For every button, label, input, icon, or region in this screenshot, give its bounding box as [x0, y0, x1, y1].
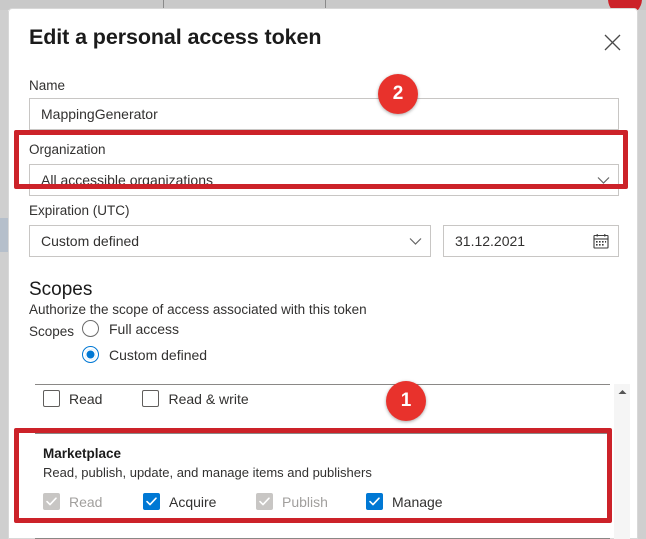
scope-list-scrollbar[interactable]	[614, 384, 630, 539]
annotation-badge-1: 1	[386, 381, 426, 421]
name-input-value: MappingGenerator	[41, 106, 158, 122]
radio-indicator	[82, 346, 99, 363]
checkbox-indicator	[43, 390, 60, 407]
scopes-description: Authorize the scope of access associated…	[29, 302, 367, 317]
scope-group-title: Marketplace	[43, 446, 122, 461]
scope-list-top-divider	[35, 384, 610, 385]
page-background-left	[0, 10, 8, 539]
scope-row-top: Read Read & write	[43, 390, 249, 407]
checkbox-marketplace-read[interactable]: Read	[43, 493, 143, 510]
scopes-inline-label: Scopes	[29, 324, 75, 339]
name-input[interactable]: MappingGenerator	[29, 98, 619, 130]
checkbox-indicator	[366, 493, 383, 510]
checkbox-marketplace-manage[interactable]: Manage	[366, 493, 443, 510]
edit-token-dialog: Edit a personal access token Name Mappin…	[8, 8, 638, 539]
page-background-right	[638, 10, 646, 539]
checkbox-label: Publish	[282, 493, 328, 510]
organization-dropdown-value: All accessible organizations	[41, 172, 213, 188]
annotation-badge-2: 2	[378, 74, 418, 114]
expiration-preset-dropdown[interactable]: Custom defined	[29, 225, 431, 257]
checkbox-indicator	[43, 493, 60, 510]
checkbox-read[interactable]: Read	[43, 390, 102, 407]
checkbox-indicator	[142, 390, 160, 407]
radio-label: Full access	[109, 320, 180, 337]
checkbox-marketplace-acquire[interactable]: Acquire	[143, 493, 256, 510]
scope-group-description: Read, publish, update, and manage items …	[43, 465, 372, 480]
page-title: Edit a personal access token	[29, 25, 322, 49]
expiration-date-input[interactable]: 31.12.2021	[443, 225, 619, 257]
close-icon[interactable]	[594, 24, 630, 60]
scroll-up-arrow-icon[interactable]	[614, 384, 630, 400]
checkbox-label: Read	[69, 390, 103, 407]
checkbox-indicator	[256, 493, 273, 510]
expiration-field-label: Expiration (UTC)	[29, 203, 130, 218]
checkbox-label: Read	[69, 493, 103, 510]
checkbox-read-write[interactable]: Read & write	[142, 390, 249, 407]
page-background-accent	[0, 218, 8, 252]
calendar-icon[interactable]	[593, 233, 609, 249]
checkbox-label: Read & write	[168, 390, 249, 407]
radio-indicator	[82, 320, 99, 337]
scopes-heading: Scopes	[29, 279, 93, 300]
expiration-preset-value: Custom defined	[41, 233, 140, 249]
chevron-down-icon	[597, 176, 610, 185]
radio-custom-defined[interactable]: Custom defined	[82, 346, 207, 363]
scope-group-divider	[35, 433, 610, 434]
organization-field-label: Organization	[29, 142, 106, 157]
radio-label: Custom defined	[109, 346, 208, 363]
radio-full-access[interactable]: Full access	[82, 320, 179, 337]
scope-group-checkbox-row: Read Acquire Publish Manage	[43, 493, 443, 510]
screenshot-root: Edit a personal access token Name Mappin…	[0, 0, 646, 539]
checkbox-label: Manage	[392, 493, 443, 510]
checkbox-label: Acquire	[169, 493, 217, 510]
name-field-label: Name	[29, 78, 66, 93]
checkbox-marketplace-publish[interactable]: Publish	[256, 493, 366, 510]
chevron-down-icon	[409, 237, 422, 246]
checkbox-indicator	[143, 493, 160, 510]
expiration-date-value: 31.12.2021	[455, 233, 526, 249]
organization-dropdown[interactable]: All accessible organizations	[29, 164, 619, 196]
